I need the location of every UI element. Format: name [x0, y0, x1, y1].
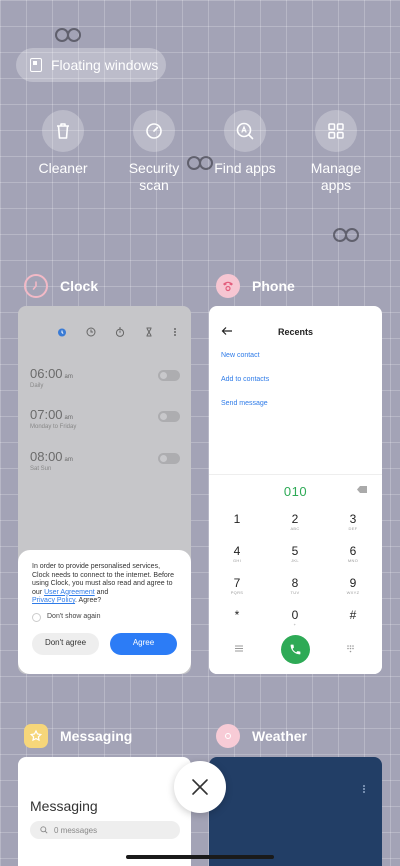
dial-key[interactable]: 5 JKL — [275, 545, 315, 564]
floating-window-icon — [30, 58, 42, 72]
clock-recent-card[interactable]: 06:00 am Daily 07:00 am Monday to Friday 0… — [18, 306, 191, 674]
clock-icon — [24, 274, 48, 298]
dial-key[interactable]: 4 GHI — [217, 545, 257, 564]
cleaner-label: Cleaner — [38, 160, 88, 176]
glasses-doodle — [55, 28, 81, 42]
alarm-toggle[interactable] — [158, 411, 180, 422]
alarm-tab-icon[interactable] — [57, 327, 67, 340]
agree-button[interactable]: Agree — [110, 632, 177, 655]
alarm-item[interactable]: 08:00 am Sat Sun — [30, 449, 180, 472]
phone-page-title: Recents — [277, 327, 313, 337]
dial-key[interactable]: # — [333, 609, 373, 622]
dialpad: 010 1 2 ABC 3 DEF 4 GHI 5 JKL 6 MNO 7 PQRS 8 TU… — [209, 474, 382, 674]
stopwatch-tab-icon[interactable] — [115, 327, 125, 340]
manage-apps-label: Manage apps — [310, 160, 362, 193]
home-indicator[interactable] — [126, 855, 274, 859]
security-scan-button[interactable]: Security scan — [109, 110, 199, 194]
clock-app-header[interactable]: Clock — [24, 274, 98, 298]
security-scan-label: Security scan — [128, 160, 180, 193]
alarm-repeat-label: Monday to Friday — [30, 424, 77, 430]
clock-tabs — [18, 306, 191, 340]
messaging-app-name: Messaging — [60, 728, 133, 744]
dialog-message: In order to provide personalised service… — [32, 563, 177, 606]
privacy-policy-link[interactable]: Privacy Policy — [32, 597, 75, 604]
search-placeholder: 0 messages — [54, 825, 98, 835]
dont-agree-button[interactable]: Don't agree — [32, 632, 99, 655]
alarm-time: 06:00 — [30, 366, 63, 381]
phone-app-name: Phone — [252, 278, 295, 294]
shield-icon — [133, 110, 175, 152]
glasses-doodle — [333, 228, 359, 242]
clock-app-name: Clock — [60, 278, 99, 294]
dial-key[interactable]: 1 — [217, 513, 257, 526]
more-options-icon[interactable] — [362, 781, 366, 799]
weather-recent-card[interactable] — [209, 757, 382, 866]
call-button[interactable] — [281, 635, 310, 664]
phone-app-header[interactable]: Phone — [216, 274, 295, 298]
checkbox-label: Don't show again — [47, 612, 101, 620]
weather-app-name: Weather — [252, 728, 307, 744]
dial-key[interactable]: 0 + — [275, 609, 315, 628]
checkbox-circle[interactable] — [32, 612, 41, 622]
alarm-suffix: am — [64, 415, 73, 421]
find-apps-label: Find apps — [214, 160, 276, 176]
dial-key[interactable]: 9 WXYZ — [333, 577, 373, 596]
messaging-icon — [24, 724, 48, 748]
phone-icon — [216, 274, 240, 298]
send-message-link[interactable]: Send message — [221, 400, 268, 407]
dial-key[interactable]: * — [217, 609, 257, 622]
manage-apps-button[interactable]: Manage apps — [291, 110, 381, 194]
dialpad-toggle-icon[interactable] — [347, 645, 354, 655]
phone-recent-card[interactable]: Recents New contact Add to contacts Send… — [209, 306, 382, 674]
internet-permission-dialog: In order to provide personalised service… — [18, 550, 191, 674]
cleaner-button[interactable]: Cleaner — [18, 110, 108, 177]
find-apps-button[interactable]: Find apps — [200, 110, 290, 177]
close-icon — [192, 779, 208, 795]
dialed-number: 010 — [283, 484, 308, 499]
back-arrow-icon[interactable] — [221, 325, 233, 339]
alarm-item[interactable]: 06:00 am Daily — [30, 366, 180, 389]
alarm-suffix: am — [64, 457, 73, 463]
dial-key[interactable]: 8 TUV — [275, 577, 315, 596]
dial-key[interactable]: 2 ABC — [275, 513, 315, 532]
messaging-recent-card[interactable]: Messaging 0 messages — [18, 757, 191, 866]
floating-windows-button[interactable]: Floating windows — [16, 48, 166, 82]
dial-key[interactable]: 3 DEF — [333, 513, 373, 532]
alarm-toggle[interactable] — [158, 370, 180, 381]
dialog-text: . Agree? — [75, 597, 102, 604]
weather-icon — [216, 724, 240, 748]
alarm-time: 08:00 — [30, 449, 63, 464]
messaging-app-header[interactable]: Messaging — [24, 724, 132, 748]
timer-tab-icon[interactable] — [144, 327, 154, 340]
alarm-repeat-label: Sat Sun — [30, 466, 52, 472]
messaging-title: Messaging — [30, 798, 98, 814]
messages-search-input[interactable]: 0 messages — [30, 821, 180, 839]
dialog-text: and — [96, 588, 109, 596]
alarm-toggle[interactable] — [158, 453, 180, 464]
more-options-icon[interactable] — [173, 327, 177, 340]
dial-key[interactable]: 6 MNO — [333, 545, 373, 564]
dont-show-again-checkbox[interactable]: Don't show again — [32, 612, 177, 622]
alarm-time: 07:00 — [30, 407, 63, 422]
dial-key[interactable]: 7 PQRS — [217, 577, 257, 596]
find-apps-icon — [224, 110, 266, 152]
menu-icon[interactable] — [235, 645, 243, 654]
grid-icon — [315, 110, 357, 152]
floating-windows-label: Floating windows — [51, 57, 159, 73]
alarm-repeat-label: Daily — [30, 383, 44, 389]
add-to-contacts-link[interactable]: Add to contacts — [221, 376, 269, 383]
new-contact-link[interactable]: New contact — [221, 352, 260, 359]
clear-all-button[interactable] — [174, 761, 226, 813]
world-clock-tab-icon[interactable] — [86, 327, 96, 340]
trash-icon — [42, 110, 84, 152]
user-agreement-link[interactable]: User Agreement — [44, 589, 95, 596]
alarm-item[interactable]: 07:00 am Monday to Friday — [30, 407, 180, 430]
alarm-suffix: am — [64, 374, 73, 380]
weather-app-header[interactable]: Weather — [216, 724, 307, 748]
